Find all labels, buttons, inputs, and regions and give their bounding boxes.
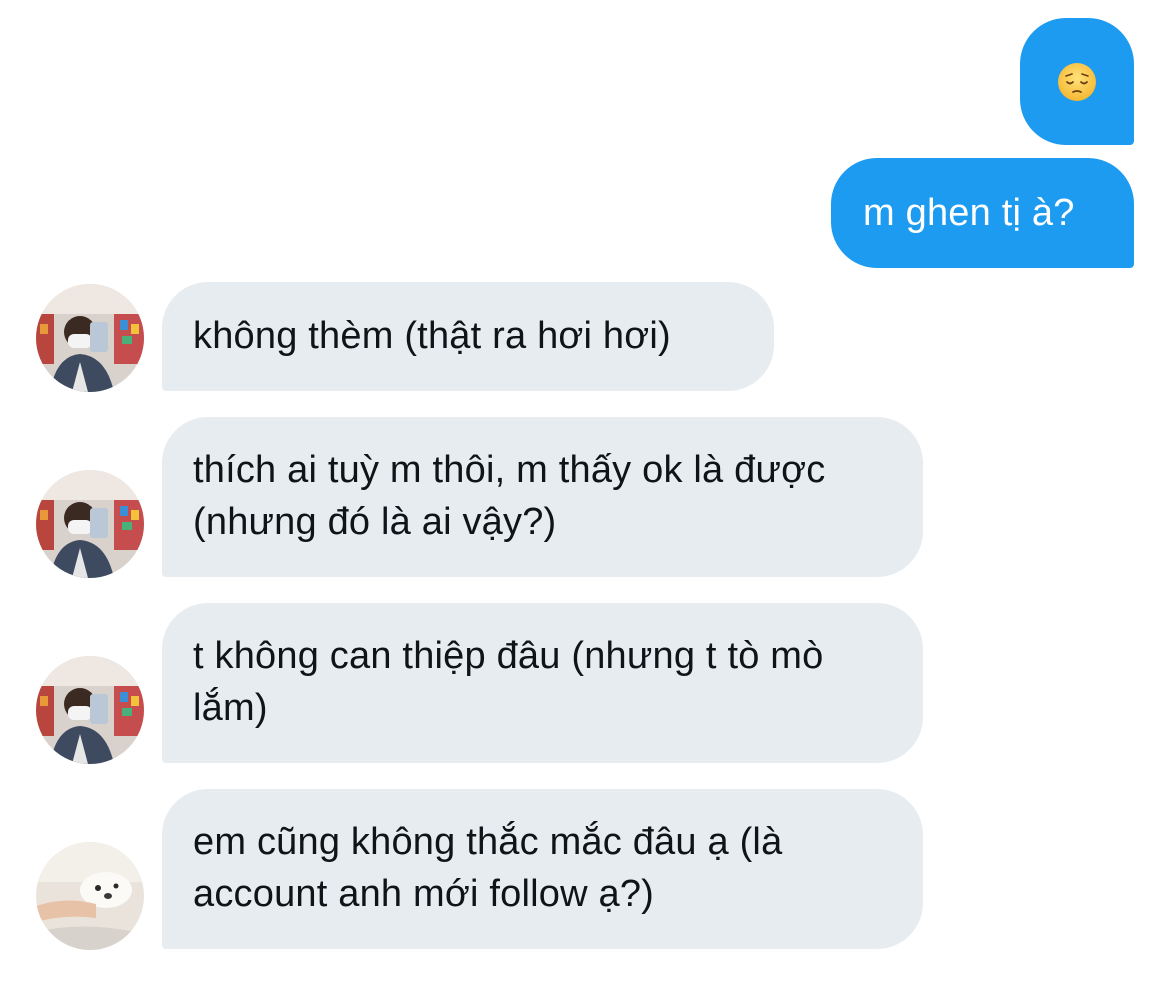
selfie-avatar[interactable] <box>36 470 144 578</box>
pensive-face-icon <box>1058 62 1096 101</box>
selfie-avatar[interactable] <box>36 284 144 392</box>
received-message[interactable]: em cũng không thắc mắc đâu ạ (là account… <box>162 789 923 949</box>
received-message[interactable]: không thèm (thật ra hơi hơi) <box>162 282 774 391</box>
received-message[interactable]: thích ai tuỳ m thôi, m thấy ok là được (… <box>162 417 923 577</box>
sent-message-emoji[interactable] <box>1020 18 1134 145</box>
sent-message[interactable]: m ghen tị à? <box>831 158 1134 268</box>
dog-avatar[interactable] <box>36 842 144 950</box>
selfie-avatar[interactable] <box>36 656 144 764</box>
received-message[interactable]: t không can thiệp đâu (nhưng t tò mò lắm… <box>162 603 923 763</box>
